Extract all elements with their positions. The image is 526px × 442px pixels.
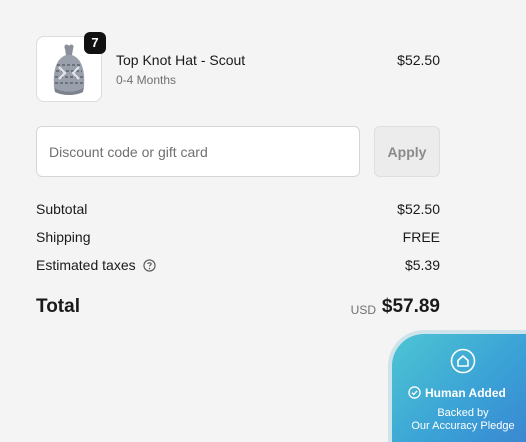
quantity-badge: 7 bbox=[84, 32, 106, 54]
badge-subtitle: Backed by Our Accuracy Pledge bbox=[392, 407, 526, 433]
badge-line-1: Backed by bbox=[437, 407, 489, 419]
line-item: 7 Top Knot Hat - Scout 0-4 Months $52.50 bbox=[36, 32, 440, 102]
badge-title: Human Added bbox=[408, 386, 526, 400]
product-name: Top Knot Hat - Scout bbox=[116, 52, 246, 68]
shipping-row: Shipping FREE bbox=[36, 229, 440, 249]
subtotal-value: $52.50 bbox=[397, 201, 440, 217]
product-variant: 0-4 Months bbox=[116, 73, 177, 87]
currency-code: USD bbox=[350, 303, 376, 317]
badge-line-2: Our Accuracy Pledge bbox=[411, 420, 515, 432]
product-price: $52.50 bbox=[397, 52, 440, 68]
home-icon bbox=[450, 348, 476, 374]
total-label: Total bbox=[36, 296, 80, 317]
taxes-label: Estimated taxes bbox=[36, 257, 136, 273]
taxes-label-group: Estimated taxes bbox=[36, 257, 156, 275]
checkout-summary: 7 Top Knot Hat - Scout 0-4 Months $52.50… bbox=[0, 0, 526, 442]
accuracy-pledge-badge[interactable]: Human Added Backed by Our Accuracy Pledg… bbox=[388, 330, 526, 442]
check-circle-icon bbox=[408, 386, 421, 399]
question-circle-icon[interactable] bbox=[142, 259, 156, 275]
subtotal-label: Subtotal bbox=[36, 201, 88, 217]
total-row: Total USD $57.89 bbox=[36, 296, 440, 322]
shipping-label: Shipping bbox=[36, 229, 91, 245]
badge-panel: Human Added Backed by Our Accuracy Pledg… bbox=[392, 334, 526, 442]
badge-title-text: Human Added bbox=[425, 386, 506, 400]
discount-code-input[interactable] bbox=[36, 126, 360, 177]
taxes-value: $5.39 bbox=[404, 257, 440, 273]
subtotal-row: Subtotal $52.50 bbox=[36, 201, 440, 221]
taxes-row: Estimated taxes $5.39 bbox=[36, 257, 440, 277]
total-value: $57.89 bbox=[381, 296, 440, 317]
shipping-value: FREE bbox=[402, 229, 440, 245]
apply-button[interactable]: Apply bbox=[374, 126, 440, 177]
